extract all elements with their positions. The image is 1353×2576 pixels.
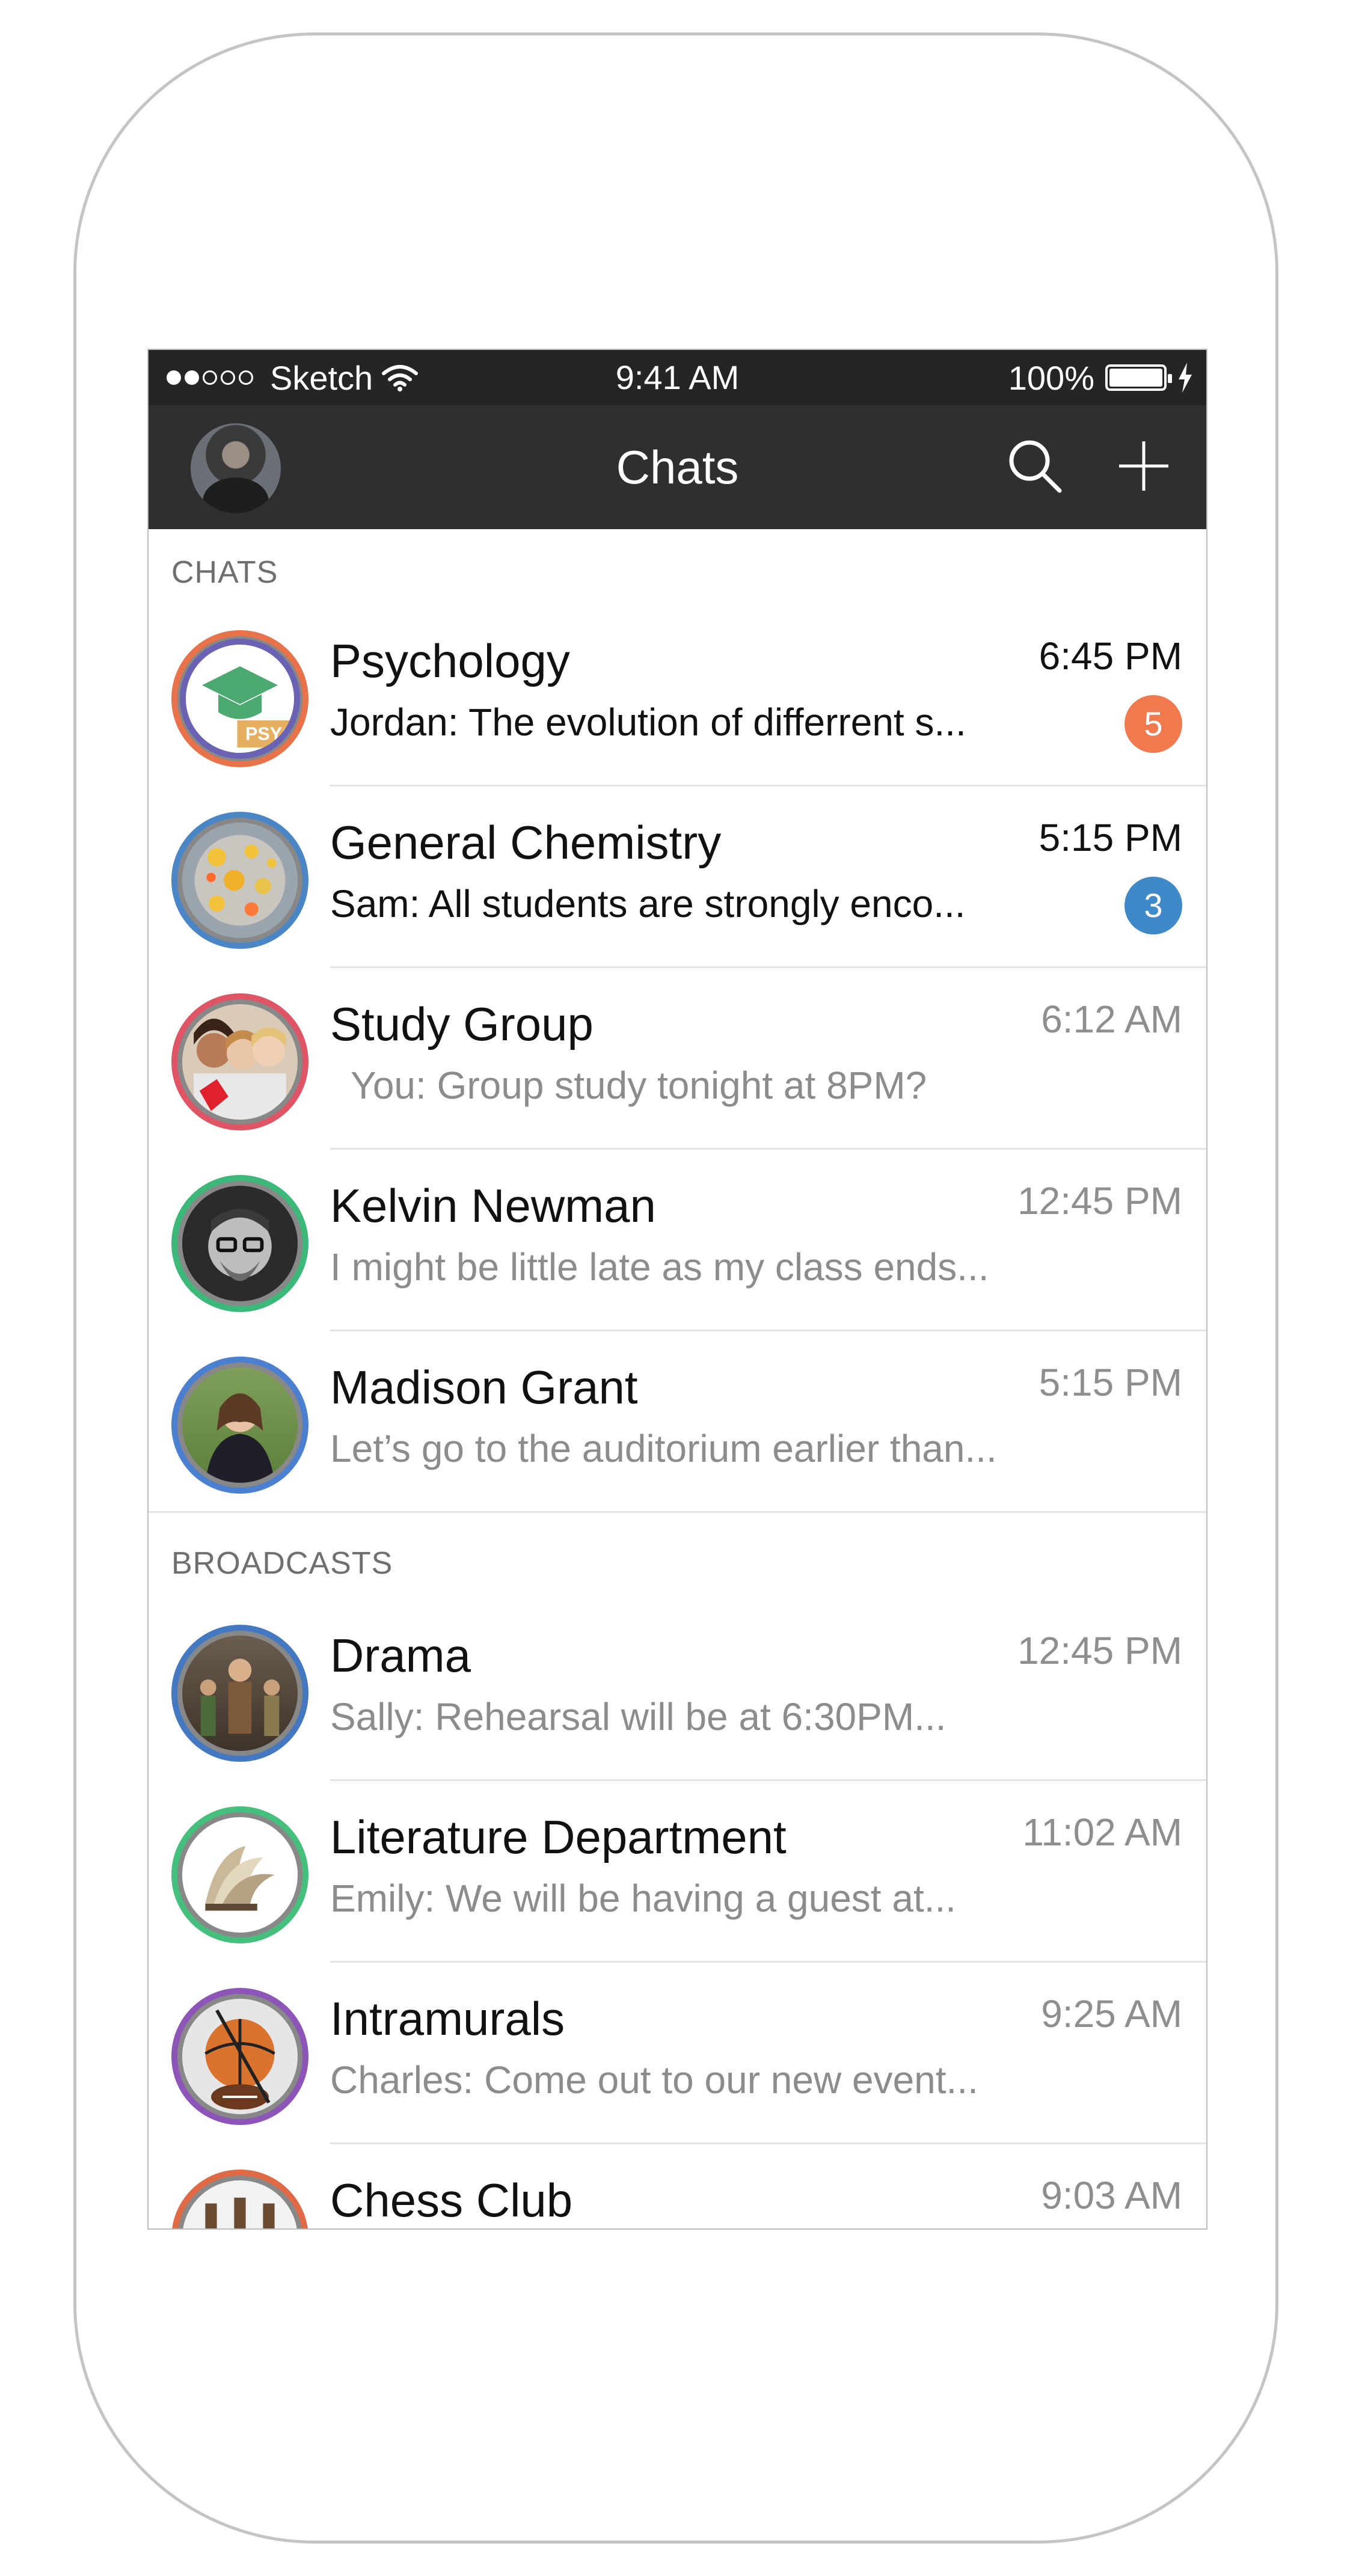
chat-preview: You: Group study tonight at 8PM? — [351, 1064, 927, 1107]
phone-screen: Sketch 9:41 AM 100% Chats CHATS PSYC Psy… — [147, 349, 1207, 2230]
avatar — [171, 2170, 308, 2228]
chat-row-psychology[interactable]: PSYC Psychology 6:45 PM Jordan: The evol… — [149, 605, 1206, 787]
battery-icon — [1105, 364, 1172, 391]
chat-name: Kelvin Newman — [330, 1179, 656, 1232]
chat-time: 6:45 PM — [1039, 634, 1182, 678]
chat-row-general-chemistry[interactable]: General Chemistry 5:15 PM Sam: All stude… — [149, 787, 1206, 968]
broadcast-time: 12:45 PM — [1017, 1629, 1182, 1672]
avatar — [171, 1175, 308, 1312]
broadcast-name: Drama — [330, 1629, 471, 1682]
search-icon[interactable] — [1005, 437, 1063, 494]
avatar — [171, 993, 308, 1130]
unread-badge: 3 — [1124, 877, 1182, 934]
chat-time: 6:12 AM — [1041, 998, 1182, 1041]
status-right: 100% — [1008, 350, 1193, 405]
broadcast-name: Literature Department — [330, 1811, 787, 1863]
chat-name: Study Group — [330, 998, 594, 1050]
battery-percent: 100% — [1008, 358, 1094, 397]
avatar — [171, 812, 308, 949]
broadcast-name: Intramurals — [330, 1992, 565, 2045]
new-chat-plus-icon[interactable] — [1117, 439, 1171, 493]
broadcast-row-chess-club[interactable]: Chess Club 9:03 AM — [149, 2144, 1206, 2228]
chat-row-study-group[interactable]: Study Group 6:12 AM You: Group study ton… — [149, 968, 1206, 1150]
avatar — [171, 1625, 308, 1762]
chat-preview: Sam: All students are strongly enco... — [330, 882, 966, 925]
unread-badge: 5 — [1124, 695, 1182, 753]
avatar — [171, 1806, 308, 1943]
avatar: PSYC — [171, 630, 308, 767]
broadcast-time: 11:02 AM — [1022, 1811, 1182, 1854]
broadcast-row-drama[interactable]: Drama 12:45 PM Sally: Rehearsal will be … — [149, 1599, 1206, 1781]
nav-bar: Chats — [149, 405, 1206, 529]
charging-bolt-icon — [1179, 363, 1192, 393]
broadcast-name: Chess Club — [330, 2174, 573, 2227]
chat-preview: Jordan: The evolution of differrent s... — [330, 701, 966, 744]
chat-name: Madison Grant — [330, 1361, 638, 1414]
svg-text:PSYC: PSYC — [245, 723, 294, 744]
broadcast-preview: Charles: Come out to our new event... — [330, 2058, 978, 2102]
broadcast-preview: Emily: We will be having a guest at... — [330, 1877, 957, 1920]
chat-name: Psychology — [330, 634, 570, 687]
chat-name: General Chemistry — [330, 816, 722, 869]
avatar — [171, 1357, 308, 1494]
broadcast-row-intramurals[interactable]: Intramurals 9:25 AM Charles: Come out to… — [149, 1963, 1206, 2144]
section-header-broadcasts: BROADCASTS — [171, 1546, 393, 1581]
chat-time: 12:45 PM — [1017, 1179, 1182, 1222]
chat-time: 5:15 PM — [1039, 816, 1182, 859]
chat-preview: Let’s go to the auditorium earlier than.… — [330, 1427, 997, 1470]
broadcast-preview: Sally: Rehearsal will be at 6:30PM... — [330, 1695, 946, 1738]
broadcast-time: 9:03 AM — [1041, 2174, 1182, 2217]
chat-time: 5:15 PM — [1039, 1361, 1182, 1404]
chat-row-kelvin-newman[interactable]: Kelvin Newman 12:45 PM I might be little… — [149, 1150, 1206, 1331]
chat-row-madison-grant[interactable]: Madison Grant 5:15 PM Let’s go to the au… — [149, 1331, 1206, 1513]
broadcast-time: 9:25 AM — [1041, 1992, 1182, 2035]
section-header-chats: CHATS — [171, 555, 278, 590]
chat-preview: I might be little late as my class ends.… — [330, 1245, 989, 1289]
status-bar: Sketch 9:41 AM 100% — [149, 350, 1206, 405]
broadcast-row-literature-department[interactable]: Literature Department 11:02 AM Emily: We… — [149, 1781, 1206, 1963]
avatar — [171, 1988, 308, 2125]
divider — [149, 1511, 1206, 1513]
